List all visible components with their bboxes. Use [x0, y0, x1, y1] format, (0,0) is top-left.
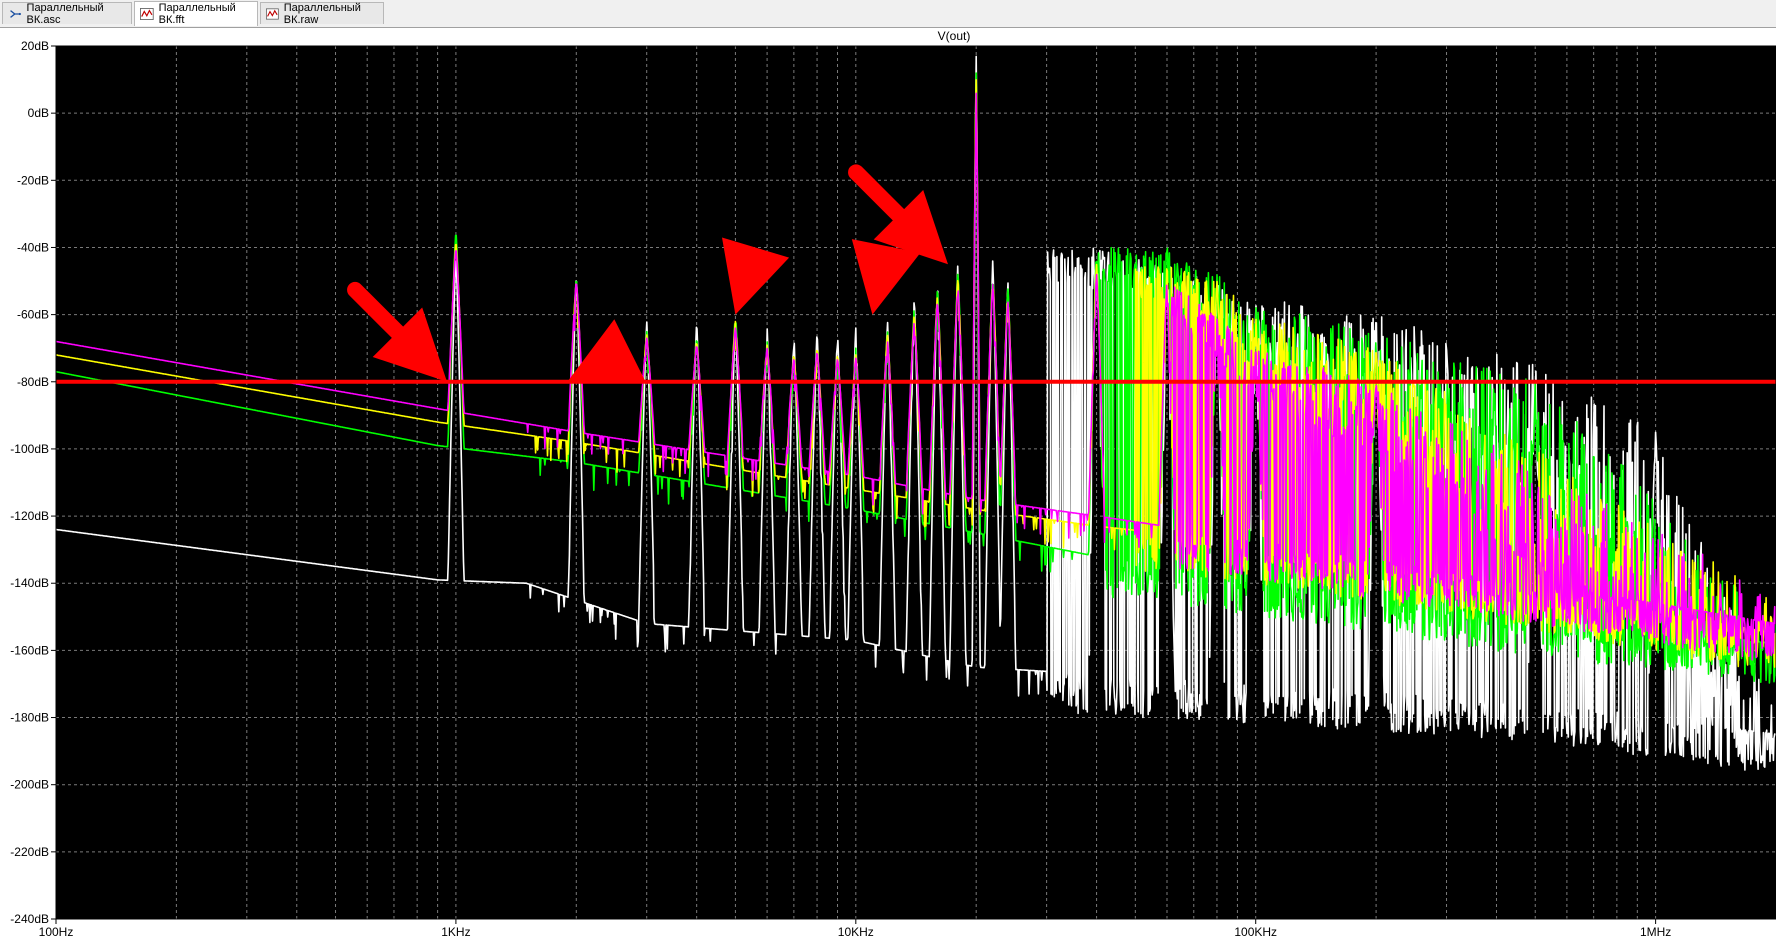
- waveform-icon: [140, 8, 154, 20]
- tab-fft[interactable]: Параллельный ВК.fft: [134, 1, 258, 26]
- y-tick-label: -140dB: [10, 576, 49, 590]
- plot-window: V(out) 20dB 0dB -20dB -40dB -60dB -80dB -100dB…: [0, 28, 1776, 947]
- y-tick-label: -240dB: [10, 912, 49, 926]
- y-tick-label: -100dB: [10, 442, 49, 456]
- x-tick-label: 10KHz: [838, 925, 874, 939]
- x-tick-label: 100KHz: [1234, 925, 1277, 939]
- y-tick-label: -180dB: [10, 711, 49, 725]
- chart-title: V(out): [938, 29, 971, 43]
- y-tick-label: -220dB: [10, 845, 49, 859]
- waveform-icon: [266, 7, 279, 20]
- tab-raw[interactable]: Параллельный ВК.raw: [260, 1, 384, 26]
- tab-schematic[interactable]: Параллельный ВК.asc: [2, 1, 132, 26]
- y-tick-label: -40dB: [17, 240, 49, 254]
- x-tick-label: 1MHz: [1640, 925, 1671, 939]
- y-tick-label: -60dB: [17, 308, 49, 322]
- tab-bar: Параллельный ВК.asc Параллельный ВК.fft …: [0, 0, 1776, 28]
- x-tick-label: 1KHz: [441, 925, 470, 939]
- tab-fft-label: Параллельный ВК.fft: [158, 2, 236, 26]
- y-tick-label: -200dB: [10, 778, 49, 792]
- y-tick-label: -120dB: [10, 509, 49, 523]
- x-tick-label: 100Hz: [39, 925, 74, 939]
- y-tick-label: -20dB: [17, 173, 49, 187]
- y-tick-label: -80dB: [17, 375, 49, 389]
- tab-schematic-label: Параллельный ВК.asc: [26, 1, 104, 26]
- tab-raw-label: Параллельный ВК.raw: [283, 1, 361, 26]
- schematic-icon: [10, 9, 21, 18]
- y-tick-label: 20dB: [21, 39, 49, 53]
- fft-chart: V(out) 20dB 0dB -20dB -40dB -60dB -80dB -100dB…: [10, 29, 1776, 939]
- y-tick-label: 0dB: [28, 106, 49, 120]
- y-tick-label: -160dB: [10, 643, 49, 657]
